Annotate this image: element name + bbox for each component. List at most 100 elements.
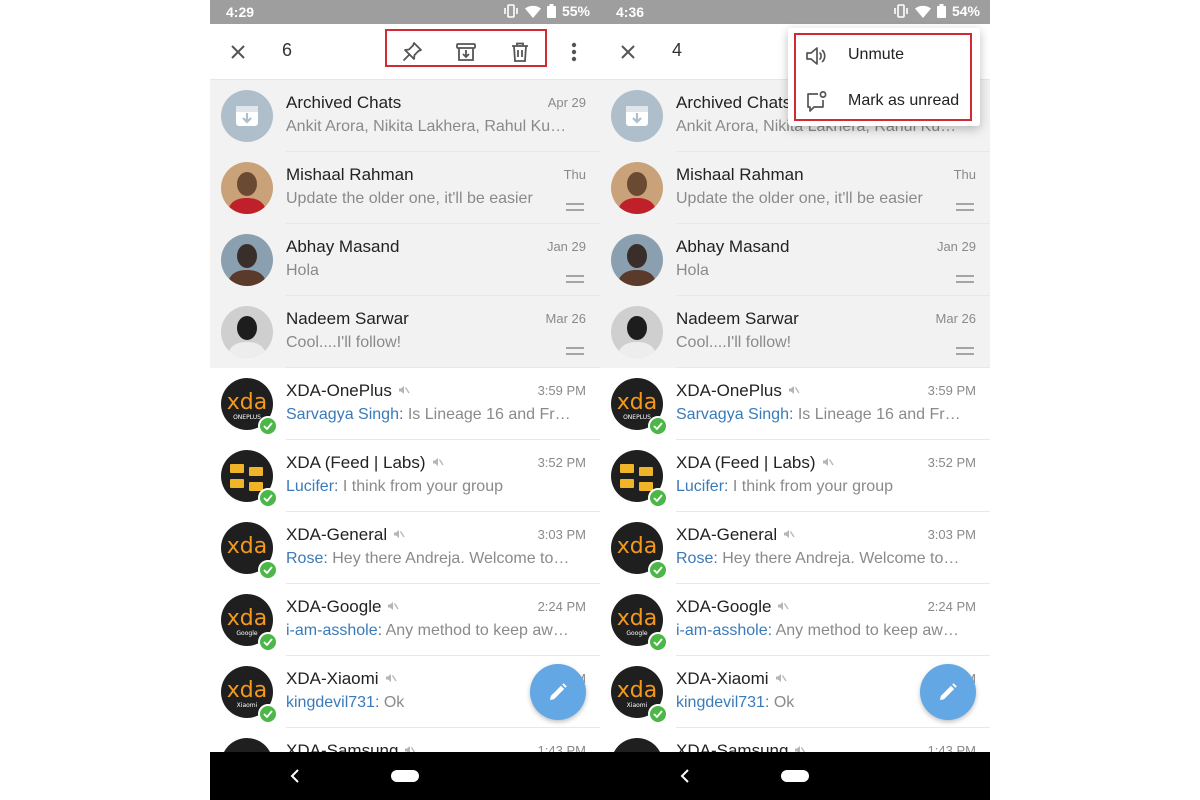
chat-list-item[interactable]: Nadeem Sarwar Mar 26 Cool....I'll follow! — [600, 296, 990, 368]
compose-button[interactable] — [530, 664, 586, 720]
chat-list-item[interactable]: xda ONEPLUS XDA-OnePlus 3:59 PM Sarvagya Sin… — [600, 368, 990, 440]
chat-preview-text: Any method to keep awa… — [772, 622, 966, 639]
chat-sender: Rose: — [286, 550, 328, 567]
chat-preview: Update the older one, it'll be easier — [676, 190, 966, 208]
wifi-icon — [914, 5, 931, 18]
drag-handle-icon[interactable] — [566, 270, 584, 283]
chat-title-wrap: XDA-Samsung — [676, 741, 806, 752]
chat-title-wrap: XDA-Xiaomi — [676, 669, 787, 689]
chat-title-wrap: XDA-OnePlus — [286, 381, 410, 401]
chat-list-item[interactable]: xda ONEPLUS XDA-OnePlus 3:59 PM Sarvagya Sin… — [210, 368, 600, 440]
drag-handle-icon[interactable] — [566, 342, 584, 355]
chat-list-item[interactable]: Mishaal Rahman Thu Update the older one, i… — [210, 152, 600, 224]
chat-title: Abhay Masand — [676, 237, 790, 256]
chat-list-item[interactable]: Archived Chats Apr 29 Ankit Arora, Nikita … — [210, 80, 600, 152]
chat-list-item[interactable]: Nadeem Sarwar Mar 26 Cool....I'll follow! — [210, 296, 600, 368]
chat-preview: Hola — [286, 262, 576, 280]
close-selection-button[interactable] — [614, 38, 642, 66]
chat-list-item[interactable]: xda Google XDA-Google 2:24 PM i-am-asshole: … — [600, 584, 990, 656]
drag-handle-icon[interactable] — [566, 198, 584, 211]
chat-title: Nadeem Sarwar — [286, 309, 409, 328]
battery-percent: 55% — [561, 3, 590, 19]
chat-list-item[interactable]: XDA (Feed | Labs) 3:52 PM Lucifer: I think… — [210, 440, 600, 512]
svg-text:Xiaomi: Xiaomi — [627, 702, 648, 709]
profile-photo — [221, 306, 273, 358]
chat-list: Archived ChatsApr 29Ankit Arora, Nikita … — [600, 80, 990, 752]
status-time: 4:29 — [226, 4, 255, 20]
chat-preview: Sarvagya Singh: Is Lineage 16 and Fra… — [286, 406, 576, 424]
chat-list-item[interactable]: Mishaal Rahman Thu Update the older one, i… — [600, 152, 990, 224]
chat-list-item[interactable]: Abhay Masand Jan 29 Hola — [210, 224, 600, 296]
muted-icon — [404, 741, 416, 752]
compose-button[interactable] — [920, 664, 976, 720]
selected-check-icon — [648, 560, 668, 580]
chat-preview: Hola — [676, 262, 966, 280]
chat-preview-text: Any method to keep awa… — [382, 622, 576, 639]
back-chevron-icon — [680, 769, 689, 783]
chat-sender: kingdevil731: — [676, 694, 770, 711]
chat-preview: Update the older one, it'll be easier — [286, 190, 576, 208]
chat-date: 2:24 PM — [927, 599, 976, 614]
chat-sender: i-am-asshole: — [676, 622, 773, 639]
chat-title-wrap: Abhay Masand — [676, 237, 789, 257]
svg-text:xda: xda — [227, 678, 267, 703]
chat-list-item[interactable]: XDA (Feed | Labs) 3:52 PM Lucifer: I think… — [600, 440, 990, 512]
chat-sender: Lucifer: — [676, 478, 729, 495]
chat-list-item[interactable]: xda XDA-General 3:03 PM Rose: Hey there And… — [600, 512, 990, 584]
selected-check-icon — [648, 704, 668, 724]
nav-home-pill[interactable] — [391, 770, 419, 782]
xda-logo-avatar: xda — [611, 738, 663, 752]
system-nav-bar — [210, 752, 600, 800]
chat-avatar — [611, 234, 663, 286]
svg-text:xda: xda — [617, 534, 657, 559]
chat-title-wrap: Abhay Masand — [286, 237, 399, 257]
chat-list-item[interactable]: xda Google XDA-Google 2:24 PM i-am-asshole: … — [210, 584, 600, 656]
chat-list-item[interactable]: xda XDA-General 3:03 PM Rose: Hey there And… — [210, 512, 600, 584]
chat-avatar — [611, 306, 663, 358]
drag-handle-icon[interactable] — [956, 198, 974, 211]
chat-avatar — [221, 234, 273, 286]
muted-icon — [794, 741, 806, 752]
drag-handle-icon[interactable] — [956, 342, 974, 355]
chat-date: 3:03 PM — [537, 527, 586, 542]
chat-avatar — [611, 90, 663, 142]
svg-text:xda: xda — [227, 390, 267, 415]
chat-date: 1:43 PM — [927, 743, 976, 752]
nav-back-button[interactable] — [675, 766, 695, 786]
chat-list-item[interactable]: xda XDA-Samsung 1:43 PM — [210, 728, 600, 752]
svg-text:xda: xda — [617, 606, 657, 631]
chat-date: Jan 29 — [546, 239, 586, 254]
chat-preview: Lucifer: I think from your group — [676, 478, 966, 496]
chat-list-item[interactable]: Abhay Masand Jan 29 Hola — [600, 224, 990, 296]
chat-preview-text: Is Lineage 16 and Fra… — [793, 406, 966, 423]
chat-title: XDA-Google — [676, 597, 772, 616]
muted-icon — [393, 525, 405, 545]
nav-home-pill[interactable] — [781, 770, 809, 782]
chat-title: XDA-Samsung — [286, 741, 399, 752]
chat-title-wrap: XDA (Feed | Labs) — [676, 453, 834, 473]
chat-date: 1:43 PM — [537, 743, 586, 752]
nav-back-button[interactable] — [285, 766, 305, 786]
chat-title-wrap: Mishaal Rahman — [676, 165, 804, 185]
more-options-button[interactable] — [560, 38, 588, 66]
chat-preview: Cool....I'll follow! — [676, 334, 966, 352]
chat-title: Abhay Masand — [286, 237, 400, 256]
close-icon — [231, 45, 245, 59]
chat-title: Archived Chats — [286, 93, 402, 112]
close-selection-button[interactable] — [224, 38, 252, 66]
chat-title-wrap: Mishaal Rahman — [286, 165, 414, 185]
chat-avatar: xda — [221, 738, 273, 752]
phone-screen-left: 4:29 55% 6 Archived Chats Apr 29 Ankit Aro… — [210, 0, 600, 800]
muted-icon — [822, 453, 834, 473]
chat-title-wrap: XDA-General — [286, 525, 405, 545]
chat-list-item[interactable]: xda XDA-Samsung 1:43 PM — [600, 728, 990, 752]
muted-icon — [385, 669, 397, 689]
battery-percent: 54% — [951, 3, 980, 19]
svg-text:Google: Google — [236, 630, 257, 637]
chat-date: 3:59 PM — [537, 383, 586, 398]
chat-title: XDA-OnePlus — [286, 381, 392, 400]
drag-handle-icon[interactable] — [956, 270, 974, 283]
chat-preview-text: I think from your group — [338, 478, 503, 495]
chat-title-wrap: Nadeem Sarwar — [676, 309, 799, 329]
chat-preview-text: I think from your group — [728, 478, 893, 495]
